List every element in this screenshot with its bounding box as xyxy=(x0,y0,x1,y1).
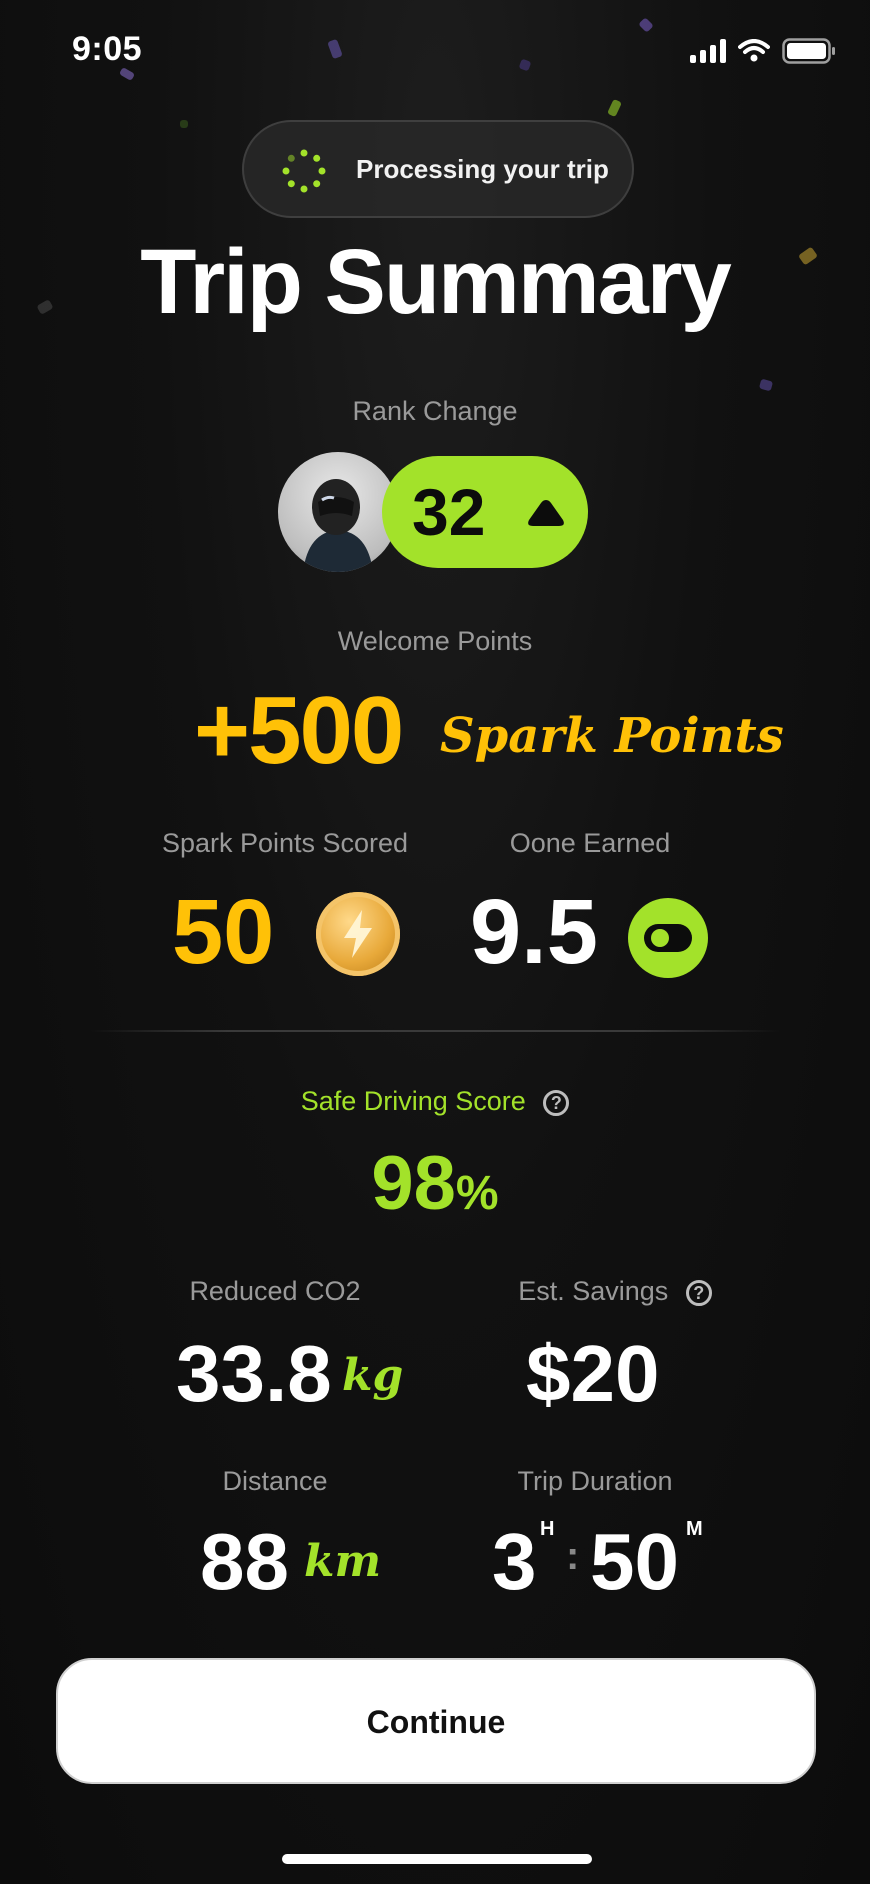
est-savings-label: Est. Savings xyxy=(518,1276,669,1306)
section-divider xyxy=(90,1030,780,1032)
rider-avatar-image xyxy=(303,479,373,572)
spinner-icon xyxy=(282,149,326,193)
trip-summary-screen: 9:05 Processing your trip Trip Summary R… xyxy=(0,0,870,1884)
safe-driving-label: Safe Driving Score xyxy=(300,1086,526,1116)
trip-duration-minutes-unit: M xyxy=(686,1518,703,1540)
oone-earned-value: 9.5 xyxy=(470,881,598,983)
trip-duration-hours-unit: H xyxy=(540,1518,555,1540)
confetti-decoration xyxy=(758,378,774,392)
trip-duration-minutes: 50 xyxy=(590,1517,679,1606)
rank-value: 32 xyxy=(412,475,486,549)
status-icons xyxy=(690,38,836,64)
page-title: Trip Summary xyxy=(140,231,732,333)
safe-driving-value: 98 xyxy=(371,1141,456,1226)
processing-text: Processing your trip xyxy=(356,154,609,184)
confetti-decoration xyxy=(518,58,532,72)
processing-indicator: Processing your trip xyxy=(242,120,634,218)
confetti-decoration xyxy=(607,98,622,118)
distance-label: Distance xyxy=(222,1466,328,1496)
oone-earned-label: Oone Earned xyxy=(509,828,671,858)
reduced-co2-label: Reduced CO2 xyxy=(189,1276,361,1306)
welcome-points-label: Welcome Points xyxy=(337,626,533,656)
continue-button[interactable]: Continue xyxy=(56,1658,816,1784)
help-icon[interactable]: ? xyxy=(543,1089,570,1116)
safe-driving-value-row: 98% xyxy=(0,1140,870,1227)
battery-icon xyxy=(782,38,835,64)
coin-icon xyxy=(316,892,400,976)
spark-points-scored-value: 50 xyxy=(172,881,275,983)
oone-icon xyxy=(628,898,708,978)
distance-value: 88 xyxy=(200,1517,289,1606)
confetti-decoration xyxy=(118,67,136,81)
wifi-icon xyxy=(738,39,770,62)
home-indicator[interactable] xyxy=(282,1854,592,1864)
reduced-co2-value: 33.8 xyxy=(176,1329,332,1418)
rank-up-arrow-icon xyxy=(528,500,564,526)
est-savings-value: $20 xyxy=(526,1329,660,1418)
spark-points-scored-label: Spark Points Scored xyxy=(161,828,409,858)
trip-duration-separator: : xyxy=(566,1534,580,1578)
safe-driving-unit: % xyxy=(455,1167,499,1220)
est-savings-label-row: Est. Savings ? xyxy=(470,1276,760,1307)
confetti-decoration xyxy=(638,17,654,33)
status-time: 9:05 xyxy=(72,30,143,68)
rank-change-label: Rank Change xyxy=(352,396,518,426)
signal-icon xyxy=(690,39,726,63)
welcome-points-unit: Spark Points xyxy=(440,708,784,764)
trip-duration-label: Trip Duration xyxy=(517,1466,673,1496)
welcome-points-value: +500 xyxy=(194,677,404,784)
confetti-decoration xyxy=(180,120,188,128)
help-icon[interactable]: ? xyxy=(685,1279,712,1306)
reduced-co2-unit: kg xyxy=(342,1350,404,1401)
trip-duration-hours: 3 xyxy=(492,1517,537,1606)
safe-driving-label-row: Safe Driving Score ? xyxy=(0,1086,870,1117)
rank-change-badge: 32 xyxy=(382,456,588,568)
confetti-decoration xyxy=(327,38,343,60)
distance-unit: km xyxy=(304,1536,382,1587)
avatar xyxy=(278,452,398,572)
